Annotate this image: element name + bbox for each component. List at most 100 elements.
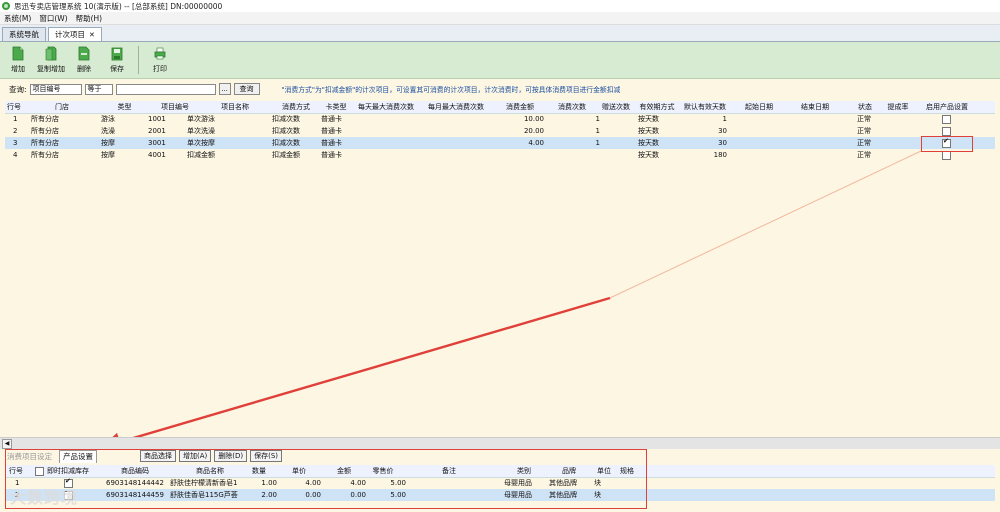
valid-mode-cell: 按天数 (638, 127, 659, 135)
amount-cell: 10.00 (523, 115, 544, 123)
add-button[interactable]: 增加 (3, 43, 33, 77)
valid-mode-cell: 按天数 (638, 115, 659, 123)
status-cell: 正常 (857, 139, 871, 147)
store-cell: 所有分店 (31, 139, 59, 147)
column-header: 赠送次数 (602, 103, 630, 111)
column-header: 消费金额 (506, 103, 534, 111)
column-header: 类型 (117, 103, 132, 111)
print-button[interactable]: 打印 (145, 43, 175, 77)
highlight-box-products (5, 449, 647, 509)
tab-count-items[interactable]: 计次项目 ✕ (48, 27, 102, 41)
copy-add-button[interactable]: 复制增加 (36, 43, 66, 77)
menu-system[interactable]: 系统(M) (0, 13, 35, 24)
save-button[interactable]: 保存 (102, 43, 132, 77)
code-cell: 3001 (148, 139, 166, 147)
column-header: 消费方式 (282, 103, 310, 111)
column-header: 默认有效天数 (684, 103, 726, 111)
store-cell: 所有分店 (31, 115, 59, 123)
copy-add-label: 复制增加 (37, 65, 65, 73)
column-header: 卡类型 (325, 103, 347, 111)
card-cell: 普通卡 (321, 115, 342, 123)
hint-text: "消费方式"为"扣减金额"的计次项目，可设置其可消费的计次项目，计次消费时，可按… (281, 86, 621, 94)
amount-cell: 20.00 (523, 127, 544, 135)
query-value-input[interactable] (115, 83, 216, 95)
column-header: 项目名称 (221, 103, 249, 111)
query-button[interactable]: 查询 (233, 83, 260, 95)
add-label: 增加 (11, 65, 25, 73)
name-cell: 单次洗澡 (187, 127, 215, 135)
guide-line (609, 150, 922, 299)
toolbar: 增加 复制增加 删除 保存 打印 (0, 42, 1000, 79)
highlight-box (921, 136, 973, 152)
column-header: 结束日期 (801, 103, 829, 111)
table-row-selected[interactable]: 3 所有分店 按摩 3001 单次按摩 扣减次数 普通卡 4.00 1 按天数 … (5, 137, 995, 149)
count-cell: 1 (595, 115, 600, 123)
column-header: 有效期方式 (639, 103, 675, 111)
code-cell: 2001 (148, 127, 166, 135)
card-cell: 普通卡 (321, 139, 342, 147)
delete-button[interactable]: 删除 (69, 43, 99, 77)
table-row[interactable]: 1 所有分店 游泳 1001 单次游泳 扣减次数 普通卡 10.00 1 按天数… (5, 113, 995, 125)
watermark: 大数跨境 (10, 488, 79, 507)
title-bar: 思迅专卖店管理系统 10(演示版) -- [总部系统] DN:00000000 (0, 0, 1000, 12)
red-arrow (101, 296, 611, 452)
tab-label: 系统导航 (9, 30, 39, 39)
enable-product-checkbox[interactable] (942, 127, 951, 136)
tab-system-navigation[interactable]: 系统导航 (2, 27, 46, 41)
row-number: 1 (13, 115, 18, 123)
app-logo-icon (2, 2, 10, 10)
column-header: 提成率 (887, 103, 909, 111)
column-header: 每月最大消费次数 (428, 103, 484, 111)
column-header: 状态 (858, 103, 872, 111)
card-cell: 普通卡 (321, 151, 342, 159)
code-cell: 1001 (148, 115, 166, 123)
document-tabs: 系统导航 计次项目 ✕ (0, 25, 1000, 42)
copy-document-icon (45, 46, 57, 61)
horizontal-scrollbar[interactable]: ◀ (0, 437, 1000, 449)
count-items-table: 行号 门店 类型 项目编号 项目名称 消费方式 卡类型 每天最大消费次数 每月最… (5, 101, 995, 161)
menu-help[interactable]: 帮助(H) (72, 13, 107, 24)
type-cell: 按摩 (101, 151, 115, 159)
name-cell: 单次游泳 (187, 115, 215, 123)
count-cell: 1 (595, 127, 600, 135)
days-cell: 30 (718, 139, 727, 147)
close-icon[interactable]: ✕ (89, 31, 95, 39)
column-header: 消费次数 (558, 103, 586, 111)
count-cell: 1 (595, 139, 600, 147)
column-header: 行号 (7, 103, 21, 111)
mode-cell: 扣减次数 (272, 127, 300, 135)
column-header: 起始日期 (745, 103, 773, 111)
store-cell: 所有分店 (31, 127, 59, 135)
amount-cell: 4.00 (528, 139, 544, 147)
enable-product-checkbox[interactable] (942, 151, 951, 160)
mode-cell: 扣减次数 (272, 115, 300, 123)
name-cell: 单次按摩 (187, 139, 215, 147)
save-icon (111, 47, 123, 61)
scroll-left-icon[interactable]: ◀ (2, 439, 12, 449)
column-header: 启用产品设置 (926, 103, 968, 111)
window-title: 思迅专卖店管理系统 10(演示版) -- [总部系统] DN:00000000 (14, 1, 223, 11)
delete-label: 删除 (77, 65, 91, 73)
query-field-select[interactable]: 项目编号 (29, 83, 82, 95)
menu-window[interactable]: 窗口(W) (35, 13, 71, 24)
query-label: 查询: (9, 84, 27, 94)
printer-icon (154, 47, 166, 60)
table-row[interactable]: 4 所有分店 按摩 4001 扣减金额 扣减金额 普通卡 按天数 180 正常 (5, 149, 995, 161)
status-cell: 正常 (857, 151, 871, 159)
days-cell: 1 (722, 115, 727, 123)
table-row[interactable]: 2 所有分店 洗澡 2001 单次洗澡 扣减次数 普通卡 20.00 1 按天数… (5, 125, 995, 137)
days-cell: 30 (718, 127, 727, 135)
code-cell: 4001 (148, 151, 166, 159)
ellipsis-button[interactable]: ... (218, 83, 231, 95)
mode-cell: 扣减次数 (272, 139, 300, 147)
valid-mode-cell: 按天数 (638, 139, 659, 147)
query-operator-select[interactable]: 等于 (84, 83, 113, 95)
enable-product-checkbox[interactable] (942, 115, 951, 124)
save-label: 保存 (110, 65, 124, 73)
row-number: 3 (13, 139, 18, 147)
type-cell: 游泳 (101, 115, 115, 123)
column-header: 项目编号 (161, 103, 189, 111)
name-cell: 扣减金额 (187, 151, 215, 159)
print-label: 打印 (153, 65, 167, 73)
valid-mode-cell: 按天数 (638, 151, 659, 159)
